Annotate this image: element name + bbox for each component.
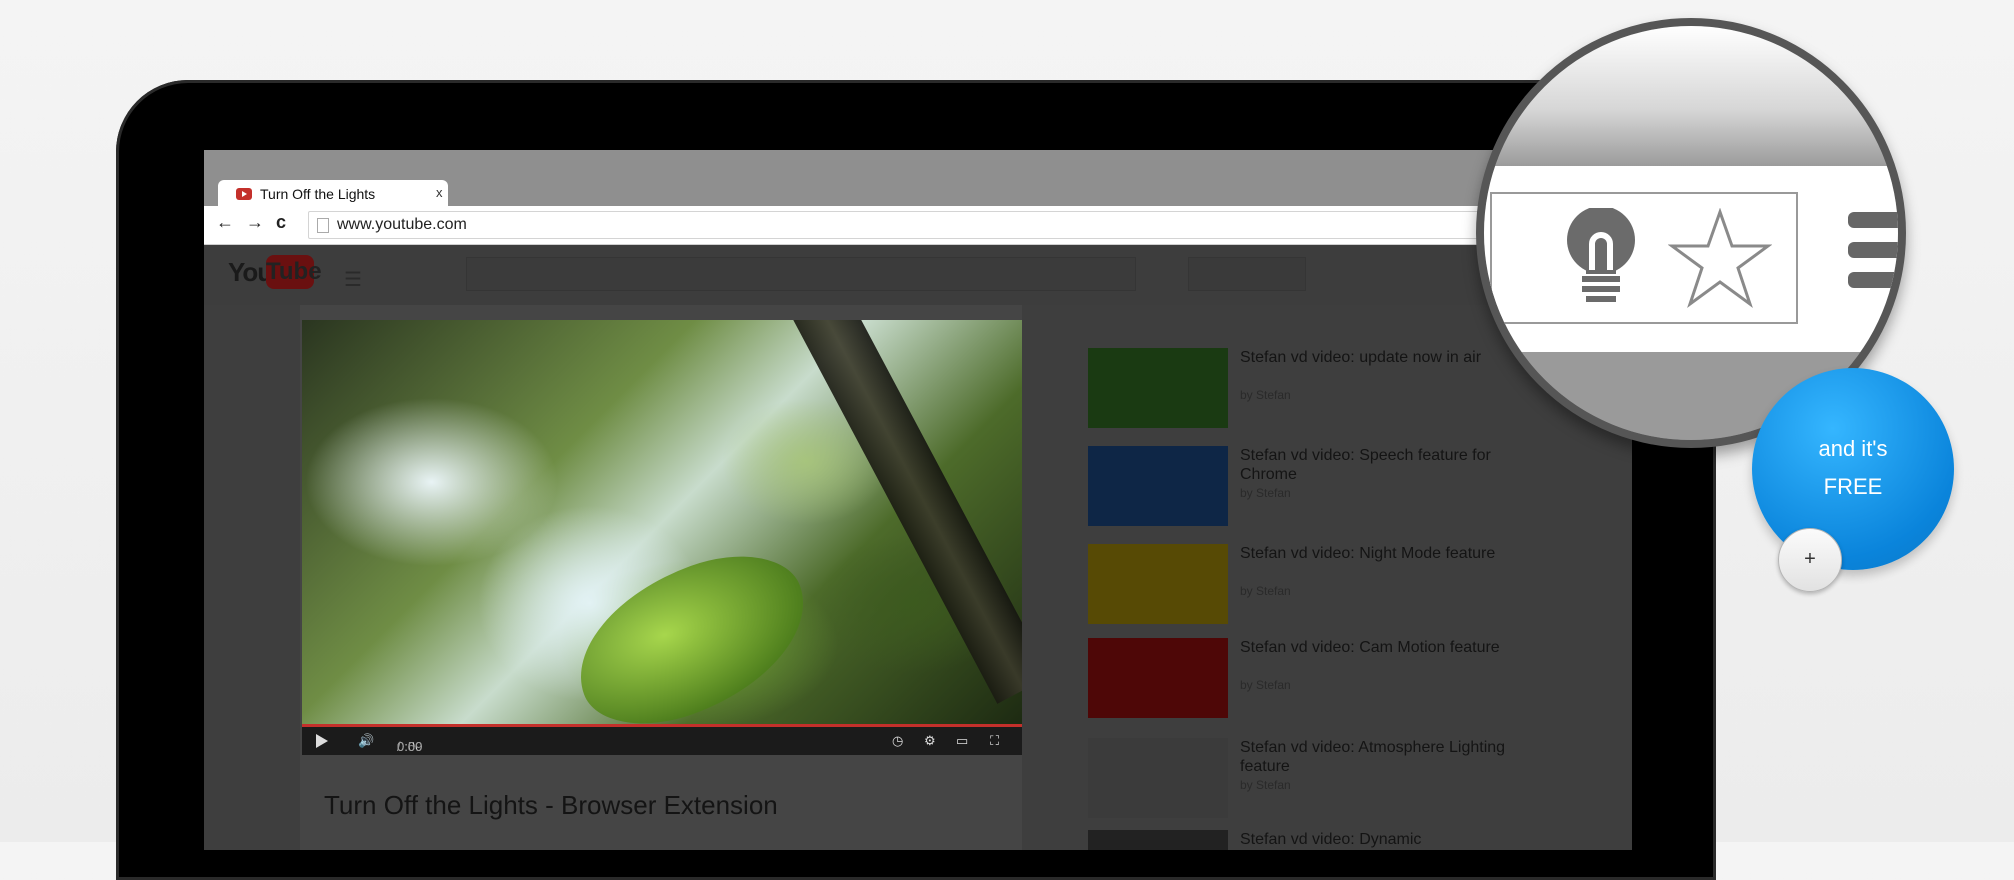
related-thumbnail (1088, 348, 1228, 428)
player-controls: 🔊 0:00 / 0:59 ◷ ⚙ ▭ ⛶ (302, 727, 1022, 755)
related-author: by Stefan (1240, 678, 1291, 692)
related-title: Stefan vd video: update now in air (1240, 349, 1482, 366)
bookmark-star-icon[interactable] (1668, 208, 1772, 308)
related-item[interactable]: Stefan vd video: Dynamic (1088, 830, 1528, 850)
free-badge: and it's FREE (1752, 368, 1954, 570)
badge-line2: FREE (1823, 474, 1883, 499)
related-item[interactable]: Stefan vd video: Atmosphere Lighting fea… (1088, 738, 1528, 828)
youtube-header: You Tube ☰ (204, 245, 1632, 305)
page-icon (317, 218, 329, 233)
settings-gear-icon[interactable]: ⚙ (924, 733, 936, 749)
video-player[interactable] (302, 320, 1022, 725)
logo-tube-text: Tube (266, 255, 322, 289)
video-title: Turn Off the Lights - Browser Extension (324, 790, 778, 820)
related-title: Stefan vd video: Speech feature for Chro… (1240, 447, 1491, 483)
related-item[interactable]: Stefan vd video: Speech feature for Chro… (1088, 446, 1528, 536)
reload-icon[interactable]: c (276, 212, 286, 233)
tab-close-icon[interactable]: x (436, 185, 443, 200)
related-item[interactable]: Stefan vd video: Night Mode feature by S… (1088, 544, 1528, 634)
address-bar[interactable]: www.youtube.com (308, 211, 1630, 239)
forward-arrow-icon[interactable]: → (246, 212, 264, 233)
related-item[interactable]: Stefan vd video: update now in air by St… (1088, 348, 1528, 438)
related-author: by Stefan (1240, 486, 1291, 500)
related-title: Stefan vd video: Night Mode feature (1240, 545, 1496, 562)
tab-title: Turn Off the Lights (260, 186, 376, 202)
badge-line1: and it's (1818, 436, 1888, 461)
add-plus-button[interactable]: + (1778, 528, 1842, 592)
browser-toolbar: ← → c www.youtube.com (204, 206, 1632, 245)
related-thumbnail (1088, 638, 1228, 718)
youtube-favicon-icon (236, 188, 252, 200)
related-thumbnail (1088, 738, 1228, 818)
duration: 0:59 (397, 739, 423, 754)
url-text: www.youtube.com (337, 216, 467, 233)
related-item[interactable]: Stefan vd video: Cam Motion feature by S… (1088, 638, 1528, 728)
watch-later-icon[interactable]: ◷ (892, 733, 903, 749)
related-title: Stefan vd video: Atmosphere Lighting fea… (1240, 739, 1506, 775)
related-title: Stefan vd video: Cam Motion feature (1240, 639, 1500, 656)
related-thumbnail (1088, 544, 1228, 624)
search-input[interactable] (466, 257, 1136, 291)
youtube-logo[interactable]: You Tube (228, 255, 322, 289)
related-thumbnail (1088, 830, 1228, 850)
fullscreen-icon[interactable]: ⛶ (990, 733, 999, 749)
related-title: Stefan vd video: Dynamic (1240, 831, 1422, 848)
browser-window: Turn Off the Lights x ← → c www.youtube.… (204, 150, 1632, 850)
search-button[interactable] (1188, 257, 1306, 291)
play-icon[interactable] (316, 734, 328, 748)
back-arrow-icon[interactable]: ← (216, 212, 234, 233)
magnifier-tabbar (1484, 26, 1898, 166)
extension-area (1490, 192, 1798, 324)
guide-menu-icon[interactable]: ☰ (344, 267, 362, 292)
volume-icon[interactable]: 🔊 (358, 733, 374, 749)
theater-mode-icon[interactable]: ▭ (956, 733, 968, 749)
related-author: by Stefan (1240, 388, 1291, 402)
related-author: by Stefan (1240, 584, 1291, 598)
tab-turn-off-the-lights[interactable]: Turn Off the Lights x (218, 180, 448, 208)
related-thumbnail (1088, 446, 1228, 526)
lightbulb-icon[interactable] (1564, 208, 1638, 304)
tab-strip: Turn Off the Lights x (204, 150, 1632, 208)
related-author: by Stefan (1240, 778, 1291, 792)
chrome-menu-icon[interactable] (1848, 212, 1898, 302)
